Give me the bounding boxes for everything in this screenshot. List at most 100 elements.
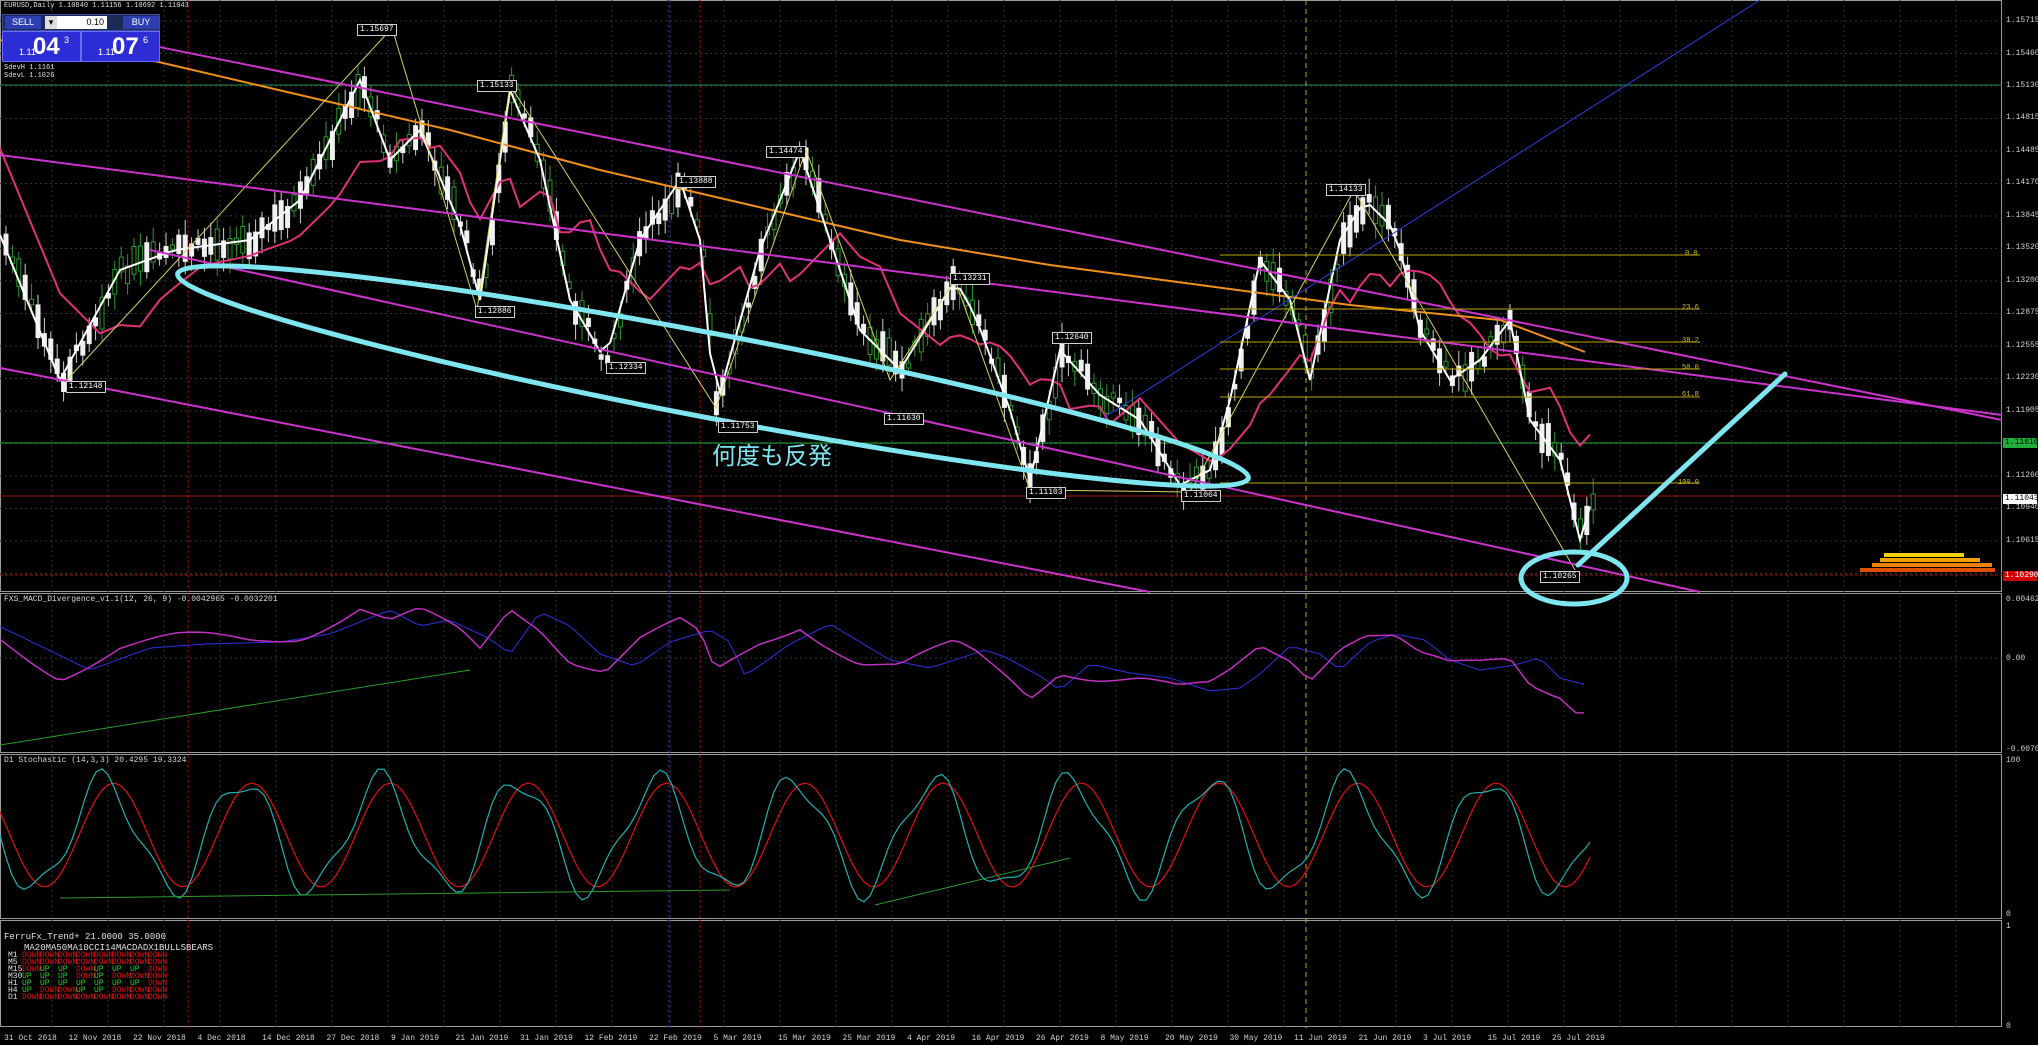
price-tick: 1.12555 [2006, 341, 2038, 350]
lot-decrease-button[interactable]: ▾ [45, 16, 57, 29]
fib-level-label: 23.6 [1682, 304, 1699, 312]
sdev-low-label: SdevL 1.1026 [4, 72, 55, 80]
candle-body [144, 242, 150, 273]
sell-price-big: 04 [33, 33, 60, 60]
price-tick: 1.14170 [2006, 178, 2038, 187]
zigzag-label: 1.12148 [66, 381, 106, 393]
stochastic-axis-bottom: 0 [2006, 910, 2011, 919]
date-tick: 21 Jan 2019 [455, 1034, 509, 1043]
annotation-arrow [1575, 371, 1788, 568]
date-tick: 4 Dec 2018 [197, 1034, 246, 1043]
price-tick: 1.13520 [2006, 243, 2038, 252]
candle-body [598, 354, 604, 360]
price-tick: 1.10940 [2006, 503, 2038, 512]
date-tick: 12 Feb 2019 [584, 1034, 638, 1043]
stochastic-lines [0, 768, 1591, 906]
price-tick: 1.12875 [2006, 308, 2038, 317]
trend-timeframe: D1 [8, 993, 18, 1002]
price-tick: 1.15460 [2006, 49, 2038, 58]
annotation-text: 何度も反発 [712, 442, 832, 470]
volume-profile-bar [1872, 563, 1992, 567]
date-tick: 31 Oct 2018 [4, 1034, 57, 1043]
trend-row: D1 DOWNDOWNDOWNDOWNDOWNDOWNDOWNDOWN [8, 993, 167, 1002]
date-tick: 16 Apr 2019 [971, 1034, 1025, 1043]
date-tick: 21 Jun 2019 [1358, 1034, 1412, 1043]
date-tick: 12 Nov 2018 [68, 1034, 122, 1043]
date-tick: 14 Dec 2018 [262, 1034, 315, 1043]
zigzag-label: 1.13231 [950, 273, 990, 285]
macd-axis-zero: 0.00 [2006, 654, 2026, 663]
candle-body [80, 340, 86, 356]
macd-main-line [0, 608, 1585, 714]
price-tag-current: 1.11043 [2003, 494, 2038, 504]
candle-body [1366, 194, 1372, 203]
price-tick: 1.14815 [2006, 113, 2038, 122]
candle-body [259, 217, 265, 239]
candle-body [1424, 328, 1430, 335]
trend-cell: DOWN [130, 993, 150, 1002]
zigzag-label: 1.11103 [1026, 487, 1066, 499]
window-title: EURUSD,Daily 1.10840 1.11156 1.10692 1.1… [4, 2, 189, 10]
candle-body [1545, 423, 1551, 456]
price-tick: 1.10615 [2006, 536, 2038, 545]
zigzag-label: 1.15133 [477, 80, 517, 92]
candle-body [688, 197, 694, 207]
trend-cell: DOWN [76, 993, 96, 1002]
price-tag-red: 1.10290 [2003, 571, 2038, 581]
candle-body [464, 230, 470, 244]
zigzag-label: 1.11753 [718, 421, 758, 433]
price-tick: 1.13845 [2006, 211, 2038, 220]
candle-body [1117, 397, 1123, 404]
macd-lines [0, 608, 2002, 746]
zigzag-label: 1.14474 [766, 146, 806, 158]
date-tick: 31 Jan 2019 [520, 1034, 573, 1043]
buy-price-pip: 6 [143, 35, 149, 45]
annotation-ellipse [175, 263, 1251, 489]
stochastic-axis-top: 100 [2006, 756, 2021, 765]
trend-axis-top: 1 [2006, 922, 2011, 931]
candle-body [240, 225, 246, 254]
zigzag-label: 1.12886 [475, 306, 515, 318]
fib-level-label: 38.2 [1682, 337, 1699, 345]
sell-button[interactable]: SELL [5, 16, 41, 29]
buy-button[interactable]: BUY [123, 16, 159, 29]
date-tick: 4 Apr 2019 [907, 1034, 956, 1043]
candle-body [585, 317, 591, 327]
price-tick: 1.11260 [2006, 471, 2038, 480]
candle-body [131, 245, 137, 275]
candle-body [1085, 363, 1091, 390]
candle-body [905, 362, 911, 369]
sell-price-button[interactable]: 1.11 04 3 [2, 31, 81, 62]
candle-body [137, 245, 143, 272]
trend-cell: DOWN [94, 993, 114, 1002]
sell-price-pip: 3 [64, 35, 70, 45]
date-tick: 26 Apr 2019 [1036, 1034, 1089, 1043]
candle-body [1443, 360, 1449, 368]
chart-grid [0, 0, 2002, 1028]
fib-level-label: 100.0 [1678, 479, 1700, 487]
candle-body [1078, 359, 1084, 372]
candle-body [745, 302, 751, 308]
price-tick: 1.12230 [2006, 373, 2038, 382]
channel-line [0, 367, 1151, 593]
candle-body [29, 298, 35, 306]
price-tick: 1.11905 [2006, 406, 2038, 415]
zigzag-label: 1.11630 [884, 413, 924, 425]
date-tick: 25 Jul 2019 [1552, 1034, 1605, 1043]
macd-axis-bottom: -0.007029 [2006, 745, 2038, 754]
volume-profile-bar [1880, 558, 1980, 562]
trend-cell: DOWN [22, 993, 42, 1002]
date-tick: 27 Dec 2018 [326, 1034, 380, 1043]
zigzag-label: 1.12334 [606, 362, 646, 374]
date-tick: 15 Jul 2019 [1487, 1034, 1541, 1043]
trade-panel-header: SELL ▾ 0.10 BUY [2, 14, 160, 31]
candle-body [1481, 356, 1487, 367]
macd-divergence-line [0, 669, 471, 746]
candle-body [1110, 392, 1116, 399]
zigzag-label: 1.15697 [357, 24, 397, 36]
channel-line [0, 154, 2003, 416]
macd-signal-line [0, 610, 1585, 691]
trend-axis-bottom: 0 [2006, 1022, 2011, 1031]
buy-price-button[interactable]: 1.11 07 6 [81, 31, 160, 62]
zigzag-label: 1.10265 [1540, 571, 1580, 583]
